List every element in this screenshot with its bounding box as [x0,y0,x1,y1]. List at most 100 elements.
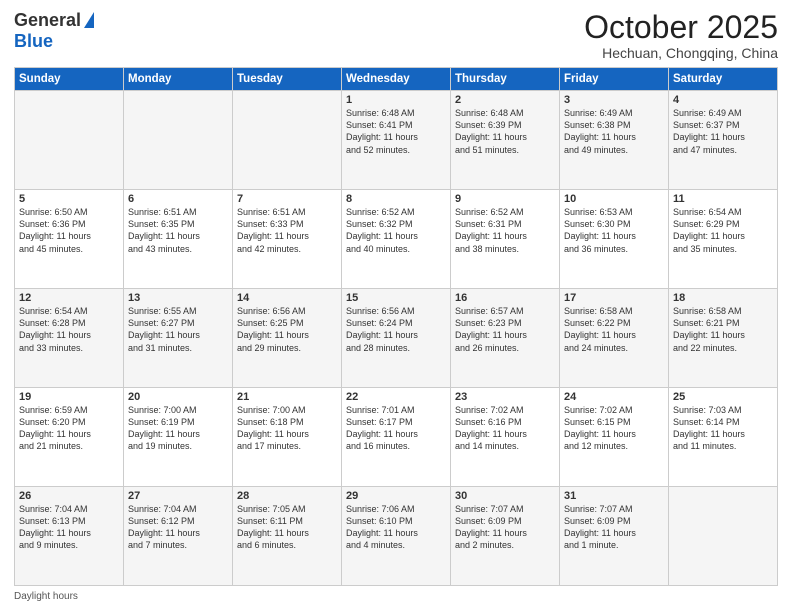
day-number: 7 [237,193,337,205]
day-number: 4 [673,94,773,106]
weekday-header-wednesday: Wednesday [342,68,451,91]
logo-blue-text: Blue [14,31,53,52]
weekday-header-friday: Friday [560,68,669,91]
day-number: 1 [346,94,446,106]
calendar-cell: 3Sunrise: 6:49 AM Sunset: 6:38 PM Daylig… [560,91,669,190]
day-info: Sunrise: 7:02 AM Sunset: 6:16 PM Dayligh… [455,404,555,453]
calendar-cell: 4Sunrise: 6:49 AM Sunset: 6:37 PM Daylig… [669,91,778,190]
calendar-cell: 5Sunrise: 6:50 AM Sunset: 6:36 PM Daylig… [15,190,124,289]
calendar-cell: 7Sunrise: 6:51 AM Sunset: 6:33 PM Daylig… [233,190,342,289]
calendar-cell: 19Sunrise: 6:59 AM Sunset: 6:20 PM Dayli… [15,388,124,487]
calendar-cell: 8Sunrise: 6:52 AM Sunset: 6:32 PM Daylig… [342,190,451,289]
calendar-cell: 29Sunrise: 7:06 AM Sunset: 6:10 PM Dayli… [342,487,451,586]
day-number: 31 [564,490,664,502]
weekday-header-sunday: Sunday [15,68,124,91]
logo-general-text: General [14,10,81,31]
day-number: 6 [128,193,228,205]
weekday-header-monday: Monday [124,68,233,91]
calendar-week-row: 1Sunrise: 6:48 AM Sunset: 6:41 PM Daylig… [15,91,778,190]
calendar-cell: 16Sunrise: 6:57 AM Sunset: 6:23 PM Dayli… [451,289,560,388]
day-info: Sunrise: 6:57 AM Sunset: 6:23 PM Dayligh… [455,305,555,354]
calendar-cell: 28Sunrise: 7:05 AM Sunset: 6:11 PM Dayli… [233,487,342,586]
calendar-cell: 24Sunrise: 7:02 AM Sunset: 6:15 PM Dayli… [560,388,669,487]
logo-triangle-icon [84,12,94,28]
day-info: Sunrise: 6:55 AM Sunset: 6:27 PM Dayligh… [128,305,228,354]
day-info: Sunrise: 6:49 AM Sunset: 6:37 PM Dayligh… [673,107,773,156]
day-info: Sunrise: 6:51 AM Sunset: 6:33 PM Dayligh… [237,206,337,255]
day-number: 22 [346,391,446,403]
calendar-cell: 6Sunrise: 6:51 AM Sunset: 6:35 PM Daylig… [124,190,233,289]
day-info: Sunrise: 7:06 AM Sunset: 6:10 PM Dayligh… [346,503,446,552]
calendar-week-row: 12Sunrise: 6:54 AM Sunset: 6:28 PM Dayli… [15,289,778,388]
day-info: Sunrise: 7:01 AM Sunset: 6:17 PM Dayligh… [346,404,446,453]
calendar-cell: 23Sunrise: 7:02 AM Sunset: 6:16 PM Dayli… [451,388,560,487]
calendar-table: SundayMondayTuesdayWednesdayThursdayFrid… [14,67,778,586]
day-info: Sunrise: 7:02 AM Sunset: 6:15 PM Dayligh… [564,404,664,453]
weekday-header-tuesday: Tuesday [233,68,342,91]
calendar-cell: 31Sunrise: 7:07 AM Sunset: 6:09 PM Dayli… [560,487,669,586]
day-number: 21 [237,391,337,403]
day-number: 19 [19,391,119,403]
footer: Daylight hours [14,591,778,602]
calendar-cell: 18Sunrise: 6:58 AM Sunset: 6:21 PM Dayli… [669,289,778,388]
weekday-header-saturday: Saturday [669,68,778,91]
day-info: Sunrise: 7:04 AM Sunset: 6:13 PM Dayligh… [19,503,119,552]
calendar-cell: 12Sunrise: 6:54 AM Sunset: 6:28 PM Dayli… [15,289,124,388]
day-number: 15 [346,292,446,304]
calendar-cell: 15Sunrise: 6:56 AM Sunset: 6:24 PM Dayli… [342,289,451,388]
day-number: 27 [128,490,228,502]
day-info: Sunrise: 7:00 AM Sunset: 6:18 PM Dayligh… [237,404,337,453]
calendar-cell: 17Sunrise: 6:58 AM Sunset: 6:22 PM Dayli… [560,289,669,388]
day-info: Sunrise: 6:48 AM Sunset: 6:39 PM Dayligh… [455,107,555,156]
day-info: Sunrise: 6:59 AM Sunset: 6:20 PM Dayligh… [19,404,119,453]
day-number: 30 [455,490,555,502]
calendar-cell: 30Sunrise: 7:07 AM Sunset: 6:09 PM Dayli… [451,487,560,586]
day-info: Sunrise: 7:03 AM Sunset: 6:14 PM Dayligh… [673,404,773,453]
day-info: Sunrise: 6:52 AM Sunset: 6:31 PM Dayligh… [455,206,555,255]
calendar-cell: 11Sunrise: 6:54 AM Sunset: 6:29 PM Dayli… [669,190,778,289]
calendar-cell: 27Sunrise: 7:04 AM Sunset: 6:12 PM Dayli… [124,487,233,586]
day-info: Sunrise: 7:00 AM Sunset: 6:19 PM Dayligh… [128,404,228,453]
calendar-cell: 25Sunrise: 7:03 AM Sunset: 6:14 PM Dayli… [669,388,778,487]
day-info: Sunrise: 6:54 AM Sunset: 6:28 PM Dayligh… [19,305,119,354]
calendar-cell: 9Sunrise: 6:52 AM Sunset: 6:31 PM Daylig… [451,190,560,289]
calendar-cell: 26Sunrise: 7:04 AM Sunset: 6:13 PM Dayli… [15,487,124,586]
calendar-week-row: 19Sunrise: 6:59 AM Sunset: 6:20 PM Dayli… [15,388,778,487]
calendar-week-row: 5Sunrise: 6:50 AM Sunset: 6:36 PM Daylig… [15,190,778,289]
calendar-cell: 1Sunrise: 6:48 AM Sunset: 6:41 PM Daylig… [342,91,451,190]
calendar-cell: 20Sunrise: 7:00 AM Sunset: 6:19 PM Dayli… [124,388,233,487]
day-info: Sunrise: 6:58 AM Sunset: 6:22 PM Dayligh… [564,305,664,354]
month-title: October 2025 [584,10,778,45]
day-info: Sunrise: 7:07 AM Sunset: 6:09 PM Dayligh… [564,503,664,552]
day-info: Sunrise: 6:51 AM Sunset: 6:35 PM Dayligh… [128,206,228,255]
day-number: 16 [455,292,555,304]
day-info: Sunrise: 6:52 AM Sunset: 6:32 PM Dayligh… [346,206,446,255]
calendar-cell: 13Sunrise: 6:55 AM Sunset: 6:27 PM Dayli… [124,289,233,388]
day-number: 26 [19,490,119,502]
day-number: 14 [237,292,337,304]
day-number: 29 [346,490,446,502]
calendar-cell [233,91,342,190]
page-container: General Blue October 2025 Hechuan, Chong… [0,0,792,612]
daylight-hours-label: Daylight hours [14,591,78,602]
calendar-cell [15,91,124,190]
header: General Blue October 2025 Hechuan, Chong… [14,10,778,61]
day-info: Sunrise: 7:04 AM Sunset: 6:12 PM Dayligh… [128,503,228,552]
day-number: 18 [673,292,773,304]
day-number: 9 [455,193,555,205]
day-number: 10 [564,193,664,205]
day-info: Sunrise: 6:56 AM Sunset: 6:24 PM Dayligh… [346,305,446,354]
day-number: 20 [128,391,228,403]
calendar-cell [669,487,778,586]
weekday-header-thursday: Thursday [451,68,560,91]
calendar-cell [124,91,233,190]
day-info: Sunrise: 6:49 AM Sunset: 6:38 PM Dayligh… [564,107,664,156]
day-number: 8 [346,193,446,205]
calendar-cell: 21Sunrise: 7:00 AM Sunset: 6:18 PM Dayli… [233,388,342,487]
day-number: 3 [564,94,664,106]
logo: General Blue [14,10,94,52]
day-info: Sunrise: 6:50 AM Sunset: 6:36 PM Dayligh… [19,206,119,255]
day-number: 24 [564,391,664,403]
day-info: Sunrise: 6:48 AM Sunset: 6:41 PM Dayligh… [346,107,446,156]
day-info: Sunrise: 6:53 AM Sunset: 6:30 PM Dayligh… [564,206,664,255]
